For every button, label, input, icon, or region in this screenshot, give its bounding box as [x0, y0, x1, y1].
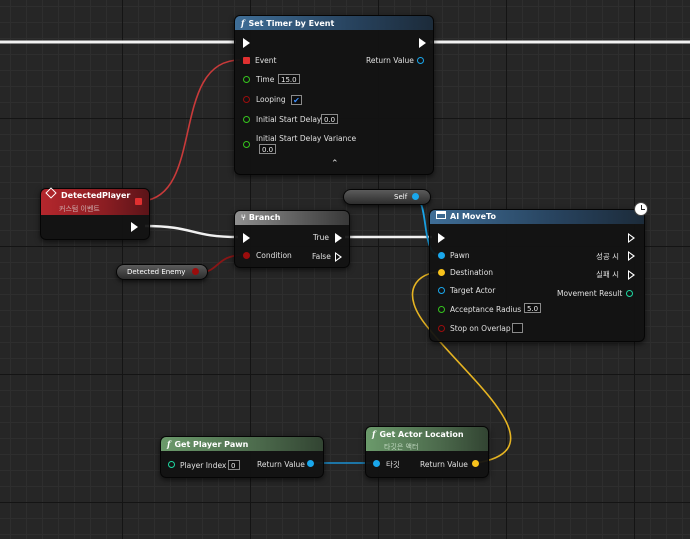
function-icon: f [372, 429, 376, 439]
true-exec-pin[interactable] [335, 233, 342, 243]
stop-on-overlap-label: Stop on Overlap [450, 324, 511, 333]
detected-player-header[interactable]: DetectedPlayer 커스텀 이벤트 [41, 187, 149, 215]
on-success-exec-pin[interactable] [628, 251, 635, 261]
looping-pin[interactable] [243, 96, 250, 103]
destination-pin[interactable] [438, 269, 445, 276]
detected-player-event-node[interactable]: DetectedPlayer 커스텀 이벤트 [40, 187, 150, 240]
initial-start-delay-label: Initial Start Delay [256, 115, 322, 124]
self-pin[interactable] [412, 193, 419, 200]
exec-out-pin[interactable] [628, 233, 635, 243]
on-fail-exec-pin[interactable] [628, 270, 635, 280]
movement-result-label: Movement Result [557, 289, 623, 298]
delegate-out-pin[interactable] [135, 198, 142, 205]
exec-out-pin[interactable] [131, 222, 138, 232]
set-timer-header[interactable]: f Set Timer by Event [235, 16, 433, 30]
event-diamond-icon [45, 187, 57, 199]
movement-result-pin[interactable] [626, 290, 633, 297]
stop-on-overlap-pin[interactable] [438, 325, 445, 332]
get-player-pawn-header[interactable]: f Get Player Pawn [161, 437, 323, 451]
get-actor-location-title: Get Actor Location [379, 430, 464, 439]
on-fail-label: 실패 시 [596, 270, 620, 279]
time-label: Time [256, 75, 275, 84]
exec-in-pin[interactable] [243, 38, 250, 48]
set-timer-node[interactable]: f Set Timer by Event Event Return Value T… [234, 15, 434, 175]
player-index-input[interactable]: 0 [228, 460, 240, 470]
detected-player-subtitle: 커스텀 이벤트 [59, 205, 100, 213]
checkmark-icon: ✔ [293, 96, 300, 105]
get-player-pawn-title: Get Player Pawn [174, 440, 249, 449]
branch-icon: ⑂ [241, 213, 246, 222]
clock-icon [634, 202, 648, 216]
self-variable-node[interactable]: Self [343, 189, 431, 205]
return-value-pin[interactable] [472, 460, 479, 467]
player-index-label: Player Index [180, 461, 227, 470]
get-actor-location-header[interactable]: f Get Actor Location 타깃은 액터 [366, 427, 488, 451]
target-actor-label: Target Actor [450, 286, 496, 295]
on-success-label: 성공 시 [596, 252, 620, 261]
get-player-pawn-node[interactable]: f Get Player Pawn Player Index 0 Return V… [160, 436, 324, 478]
false-exec-pin[interactable] [335, 252, 342, 262]
detected-enemy-label: Detected Enemy [127, 268, 186, 276]
condition-pin[interactable] [243, 252, 250, 259]
target-pin[interactable] [373, 460, 380, 467]
branch-title: Branch [248, 213, 281, 222]
event-label: Event [255, 56, 277, 65]
ai-move-to-title: AI MoveTo [450, 212, 496, 221]
target-actor-pin[interactable] [438, 287, 445, 294]
exec-in-pin[interactable] [438, 233, 445, 243]
return-value-label: Return Value [420, 460, 468, 469]
destination-label: Destination [450, 268, 494, 277]
initial-start-delay-variance-label: Initial Start Delay Variance [256, 134, 357, 143]
ai-move-to-node[interactable]: AI MoveTo Pawn 성공 시 Destination 실패 시 Tar… [429, 209, 645, 342]
initial-start-delay-pin[interactable] [243, 116, 250, 123]
initial-start-delay-variance-input[interactable]: 0.0 [259, 144, 277, 154]
target-label: 타깃 [386, 460, 400, 469]
looping-checkbox[interactable]: ✔ [291, 95, 302, 105]
return-value-pin[interactable] [307, 460, 314, 467]
set-timer-title: Set Timer by Event [248, 19, 335, 28]
delegate-wire [142, 59, 241, 202]
exec-in-pin[interactable] [243, 233, 250, 243]
acceptance-radius-input[interactable]: 5.0 [524, 303, 542, 313]
get-actor-location-node[interactable]: f Get Actor Location 타깃은 액터 타깃 Return Val… [365, 426, 489, 478]
expand-arrow-icon[interactable]: ⌃ [331, 159, 339, 169]
branch-header[interactable]: ⑂ Branch [235, 211, 349, 225]
return-value-label: Return Value [257, 460, 305, 469]
detected-enemy-pin[interactable] [192, 268, 199, 275]
player-index-pin[interactable] [168, 461, 175, 468]
pawn-label: Pawn [450, 251, 470, 260]
exec-out-pin[interactable] [419, 38, 426, 48]
return-value-label: Return Value [366, 56, 414, 65]
false-label: False [312, 252, 331, 261]
function-icon: f [241, 18, 245, 28]
time-pin[interactable] [243, 76, 250, 83]
detected-player-title: DetectedPlayer [61, 191, 131, 200]
function-icon [436, 211, 446, 219]
self-label: Self [394, 193, 408, 201]
ai-move-to-header[interactable]: AI MoveTo [430, 210, 644, 224]
pawn-pin[interactable] [438, 252, 445, 259]
time-input[interactable]: 15.0 [278, 74, 300, 84]
branch-node[interactable]: ⑂ Branch True Condition False [234, 210, 350, 268]
detected-enemy-variable-node[interactable]: Detected Enemy [116, 264, 208, 280]
exec-wire-event-branch [144, 224, 239, 239]
event-delegate-pin[interactable] [243, 57, 250, 64]
true-label: True [313, 233, 329, 242]
stop-on-overlap-checkbox[interactable] [512, 323, 523, 333]
initial-start-delay-variance-pin[interactable] [243, 141, 250, 148]
get-actor-location-subtitle: 타깃은 액터 [384, 443, 419, 451]
acceptance-radius-label: Acceptance Radius [450, 305, 522, 314]
acceptance-radius-pin[interactable] [438, 306, 445, 313]
condition-label: Condition [256, 251, 292, 260]
function-icon: f [167, 439, 171, 449]
initial-start-delay-input[interactable]: 0.0 [321, 114, 339, 124]
return-value-pin[interactable] [417, 57, 424, 64]
looping-label: Looping [256, 95, 286, 104]
